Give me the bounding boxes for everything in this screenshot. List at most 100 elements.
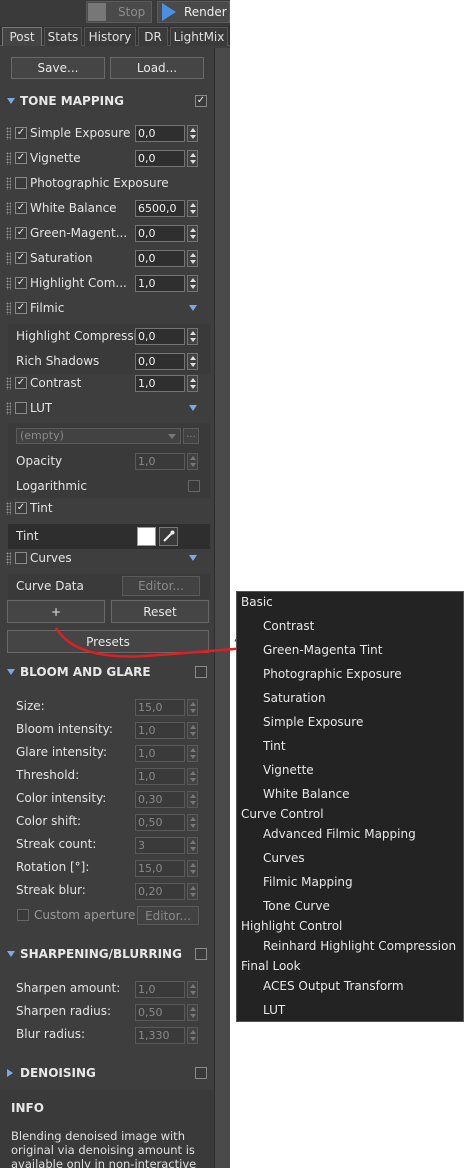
value-input[interactable]: 0,30 (135, 791, 185, 808)
expand-icon[interactable] (189, 405, 197, 411)
checkbox[interactable]: ✓ (15, 152, 27, 164)
value-input[interactable]: 0,50 (135, 814, 185, 831)
value-input[interactable]: 1,0 (135, 275, 185, 292)
value-input[interactable]: 1,0 (135, 981, 185, 998)
spin-button[interactable] (187, 353, 198, 370)
menu-item[interactable]: Vignette (263, 763, 314, 777)
save-button[interactable]: Save... (11, 57, 105, 79)
value-input[interactable]: 1,0 (135, 375, 185, 392)
drag-handle-icon[interactable] (6, 402, 11, 415)
drag-handle-icon[interactable] (6, 177, 11, 190)
spin-button[interactable] (187, 250, 198, 267)
spin-button[interactable] (187, 453, 198, 470)
logarithmic-checkbox[interactable] (188, 480, 200, 492)
denoising-checkbox[interactable] (195, 1067, 207, 1079)
spin-button[interactable] (187, 150, 198, 167)
spin-button[interactable] (187, 375, 198, 392)
value-input[interactable]: 15,0 (135, 699, 185, 716)
value-input[interactable]: 3 (135, 837, 185, 854)
eyedropper-icon[interactable] (159, 527, 178, 546)
spin-button[interactable] (187, 275, 198, 292)
menu-item[interactable]: Tint (263, 739, 286, 753)
drag-handle-icon[interactable] (6, 127, 11, 140)
checkbox[interactable]: ✓ (15, 202, 27, 214)
checkbox[interactable]: ✓ (15, 277, 27, 289)
menu-item[interactable]: Green-Magenta Tint (263, 643, 382, 657)
menu-item[interactable]: Photographic Exposure (263, 667, 402, 681)
value-input[interactable]: 0,0 (135, 328, 185, 345)
drag-handle-icon[interactable] (6, 152, 11, 165)
spin-button[interactable] (187, 745, 198, 762)
aperture-editor-button[interactable]: Editor... (137, 906, 199, 925)
value-input[interactable]: 1,330 (135, 1027, 185, 1044)
drag-handle-icon[interactable] (6, 227, 11, 240)
value-input[interactable]: 0,0 (135, 125, 185, 142)
menu-item[interactable]: Advanced Filmic Mapping (263, 827, 416, 841)
drag-handle-icon[interactable] (6, 302, 11, 315)
spin-button[interactable] (187, 791, 198, 808)
menu-item[interactable]: Contrast (263, 619, 314, 633)
spin-button[interactable] (187, 125, 198, 142)
tone-mapping-header[interactable]: TONE MAPPING ✓ (0, 89, 214, 112)
value-input[interactable]: 0,0 (135, 225, 185, 242)
lut-browse-button[interactable]: ... (183, 428, 199, 444)
value-input[interactable]: 1,0 (135, 768, 185, 785)
menu-item[interactable]: Saturation (263, 691, 326, 705)
spin-button[interactable] (187, 814, 198, 831)
menu-item[interactable]: Simple Exposure (263, 715, 363, 729)
spin-button[interactable] (187, 200, 198, 217)
tint-color-swatch[interactable] (137, 527, 156, 546)
drag-handle-icon[interactable] (6, 502, 11, 515)
spin-button[interactable] (187, 1027, 198, 1044)
checkbox[interactable] (15, 552, 27, 564)
menu-item[interactable]: Filmic Mapping (263, 875, 353, 889)
scrollbar[interactable] (214, 48, 230, 1168)
value-input[interactable]: 6500,0 (135, 200, 185, 217)
drag-handle-icon[interactable] (6, 377, 11, 390)
sharpening-header[interactable]: SHARPENING/BLURRING (0, 942, 214, 965)
checkbox[interactable] (15, 402, 27, 414)
menu-item[interactable]: Curves (263, 851, 305, 865)
menu-item[interactable]: Reinhard Highlight Compression (263, 939, 456, 953)
opacity-input[interactable]: 1,0 (135, 453, 185, 470)
expand-icon[interactable] (189, 305, 197, 311)
tab-stats[interactable]: Stats (44, 27, 82, 46)
value-input[interactable]: 0,0 (135, 353, 185, 370)
sharpening-checkbox[interactable] (195, 948, 207, 960)
drag-handle-icon[interactable] (6, 202, 11, 215)
spin-button[interactable] (187, 722, 198, 739)
lut-file-dropdown[interactable]: (empty) (16, 428, 181, 444)
checkbox[interactable] (15, 177, 27, 189)
spin-button[interactable] (187, 981, 198, 998)
spin-button[interactable] (187, 225, 198, 242)
checkbox[interactable]: ✓ (15, 377, 27, 389)
tab-dr[interactable]: DR (138, 27, 168, 46)
tab-history[interactable]: History (84, 27, 136, 46)
checkbox[interactable]: ✓ (15, 127, 27, 139)
menu-item[interactable]: White Balance (263, 787, 350, 801)
spin-button[interactable] (187, 699, 198, 716)
stop-button[interactable]: Stop (86, 1, 152, 23)
drag-handle-icon[interactable] (6, 552, 11, 565)
spin-button[interactable] (187, 1004, 198, 1021)
spin-button[interactable] (187, 768, 198, 785)
checkbox[interactable]: ✓ (15, 302, 27, 314)
checkbox[interactable]: ✓ (15, 502, 27, 514)
custom-aperture-checkbox[interactable] (17, 909, 29, 921)
drag-handle-icon[interactable] (6, 277, 11, 290)
value-input[interactable]: 0,0 (135, 250, 185, 267)
value-input[interactable]: 1,0 (135, 745, 185, 762)
curve-editor-button[interactable]: Editor... (122, 576, 200, 596)
render-button[interactable]: Render (157, 1, 230, 23)
checkbox[interactable]: ✓ (15, 252, 27, 264)
spin-button[interactable] (187, 837, 198, 854)
value-input[interactable]: 0,50 (135, 1004, 185, 1021)
spin-button[interactable] (187, 328, 198, 345)
tab-post[interactable]: Post (2, 27, 42, 46)
denoising-header[interactable]: DENOISING (0, 1061, 214, 1084)
tone-mapping-checkbox[interactable]: ✓ (195, 95, 207, 107)
value-input[interactable]: 0,0 (135, 150, 185, 167)
menu-item[interactable]: LUT (263, 1003, 285, 1017)
expand-icon[interactable] (189, 555, 197, 561)
drag-handle-icon[interactable] (6, 252, 11, 265)
